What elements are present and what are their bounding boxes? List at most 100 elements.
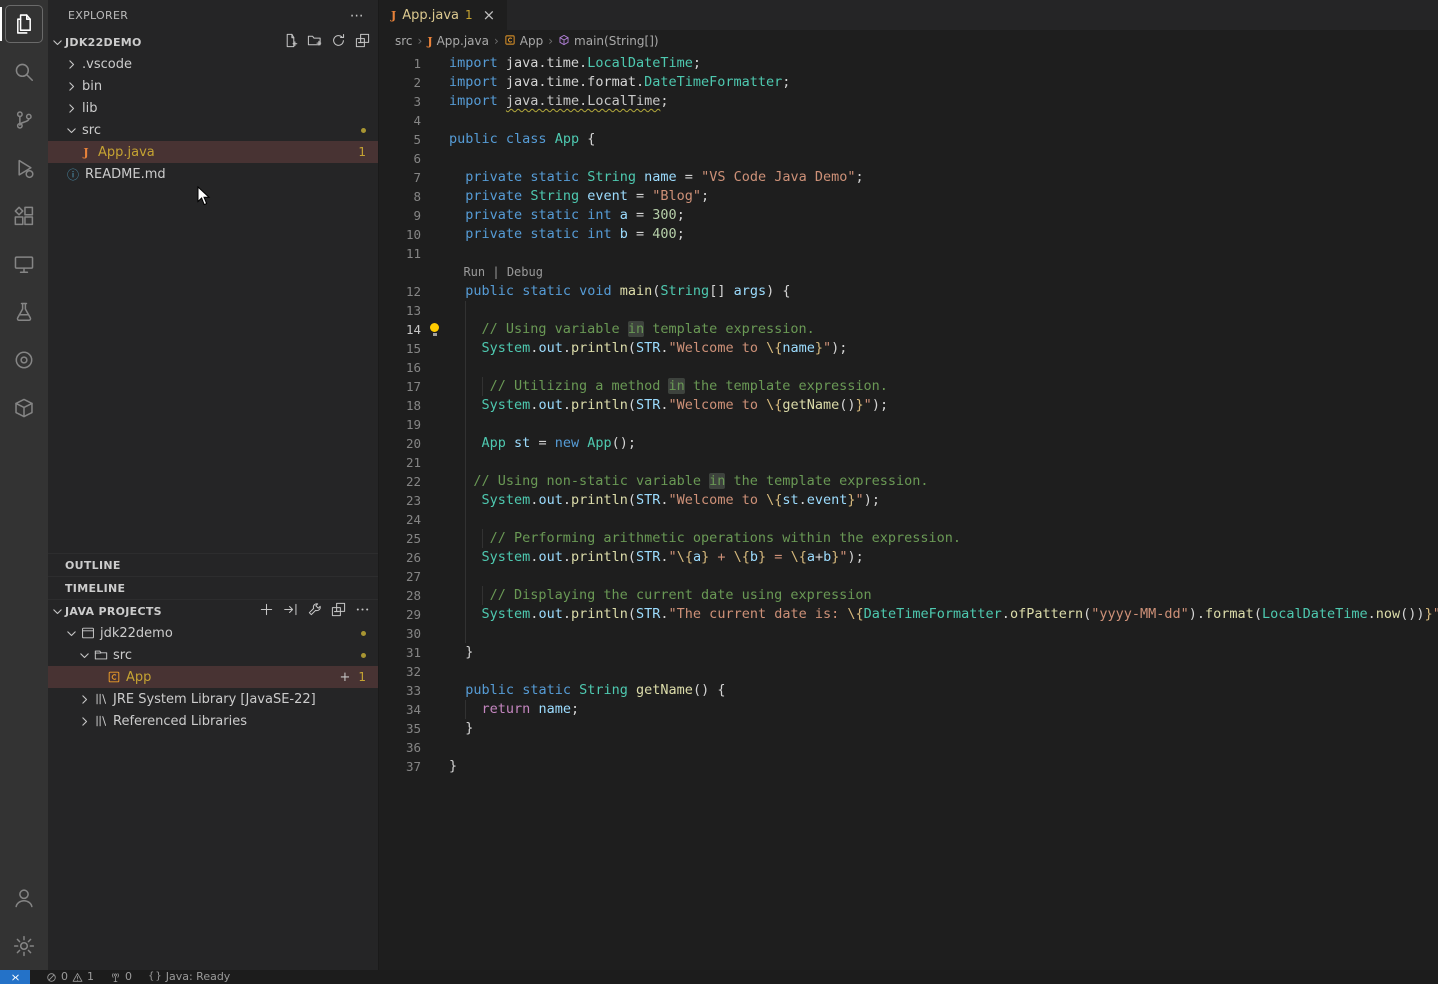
code-editor[interactable]: 1import java.time.LocalDateTime;2import … (379, 52, 1438, 970)
tree-item-bin[interactable]: bin (48, 75, 378, 97)
tree-item-jdk22demo[interactable]: jdk22demo (48, 622, 378, 644)
tree-item-app-java[interactable]: JApp.java1 (48, 141, 378, 163)
collapse-all-button[interactable] (355, 33, 370, 51)
activity-item-extensions[interactable] (0, 192, 48, 240)
plus-button[interactable] (259, 602, 274, 620)
tree-item-label: JRE System Library [JavaSE-22] (113, 692, 316, 707)
code-line-35[interactable]: 35 } (379, 719, 1438, 738)
code-line-19[interactable]: 19 (379, 415, 1438, 434)
code-line-3[interactable]: 3import java.time.LocalTime; (379, 92, 1438, 111)
activity-item-accounts[interactable] (0, 874, 48, 922)
activity-item-settings[interactable] (0, 922, 48, 970)
tree-item-readme-md[interactable]: ⓘREADME.md (48, 163, 378, 185)
activity-item-run-and-debug[interactable] (0, 144, 48, 192)
section-header-outline[interactable]: OUTLINE (48, 553, 378, 576)
code-line-9[interactable]: 9 private static int a = 300; (379, 206, 1438, 225)
code-line-13[interactable]: 13 (379, 301, 1438, 320)
chevron-right-icon (77, 692, 92, 707)
goto-button[interactable] (283, 602, 298, 620)
sidebar-explorer: EXPLORER ⋯ JDK22DEMO .vscodebinlibsrcJAp… (48, 0, 378, 970)
activity-item-java-extension[interactable] (0, 336, 48, 384)
code-line-32[interactable]: 32 (379, 662, 1438, 681)
code-line-16[interactable]: 16 (379, 358, 1438, 377)
section-header-timeline[interactable]: TIMELINE (48, 576, 378, 599)
remote-indicator[interactable] (0, 970, 30, 984)
code-line-7[interactable]: 7 private static String name = "VS Code … (379, 168, 1438, 187)
breadcrumb-item-app[interactable]: App (504, 34, 543, 49)
code-line-29[interactable]: 29 System.out.println(STR."The current d… (379, 605, 1438, 624)
code-line-37[interactable]: 37} (379, 757, 1438, 776)
more-button[interactable] (355, 602, 370, 620)
ports-status[interactable]: 0 (110, 970, 132, 984)
code-line-17[interactable]: 17 // Utilizing a method in the template… (379, 377, 1438, 396)
code-line-2[interactable]: 2import java.time.format.DateTimeFormatt… (379, 73, 1438, 92)
code-line-31[interactable]: 31 } (379, 643, 1438, 662)
code-line-21[interactable]: 21 (379, 453, 1438, 472)
tree-item-vscode[interactable]: .vscode (48, 53, 378, 75)
line-number: 13 (379, 301, 421, 320)
code-line-36[interactable]: 36 (379, 738, 1438, 757)
code-line-12[interactable]: 12 public static void main(String[] args… (379, 282, 1438, 301)
tree-item-app[interactable]: App+1 (48, 666, 378, 688)
code-line-10[interactable]: 10 private static int b = 400; (379, 225, 1438, 244)
tree-item-jre-system-library-javase-22[interactable]: JRE System Library [JavaSE-22] (48, 688, 378, 710)
tree-item-lib[interactable]: lib (48, 97, 378, 119)
code-line-23[interactable]: 23 System.out.println(STR."Welcome to \{… (379, 491, 1438, 510)
code-line-25[interactable]: 25 // Performing arithmetic operations w… (379, 529, 1438, 548)
code-line-15[interactable]: 15 System.out.println(STR."Welcome to \{… (379, 339, 1438, 358)
tab-close-icon[interactable]: × (483, 6, 496, 24)
new-file-button[interactable] (283, 33, 298, 51)
code-line-22[interactable]: 22 // Using non-static variable in the t… (379, 472, 1438, 491)
account-icon (13, 887, 35, 909)
code-line-30[interactable]: 30 (379, 624, 1438, 643)
breadcrumb-item-main-string[interactable]: main(String[]) (558, 34, 659, 49)
tree-item-src[interactable]: src (48, 119, 378, 141)
code-line-27[interactable]: 27 (379, 567, 1438, 586)
code-line-11[interactable]: 11 (379, 244, 1438, 263)
code-line-33[interactable]: 33 public static String getName() { (379, 681, 1438, 700)
codelens-debug-link[interactable]: Debug (507, 265, 543, 279)
activity-item-source-control[interactable] (0, 96, 48, 144)
activity-item-testing[interactable] (0, 288, 48, 336)
warning-icon (72, 972, 83, 983)
code-line-26[interactable]: 26 System.out.println(STR."\{a} + \{b} =… (379, 548, 1438, 567)
code-line-28[interactable]: 28 // Displaying the current date using … (379, 586, 1438, 605)
tab-app-java[interactable]: J App.java 1 × (379, 0, 507, 30)
tree-item-src[interactable]: src (48, 644, 378, 666)
code-line-14[interactable]: 14 // Using variable in template express… (379, 320, 1438, 339)
activity-item-remote-explorer[interactable] (0, 240, 48, 288)
code-line-20[interactable]: 20 App st = new App(); (379, 434, 1438, 453)
section-header-project[interactable]: JDK22DEMO (48, 31, 378, 53)
code-line-1[interactable]: 1import java.time.LocalDateTime; (379, 54, 1438, 73)
wrench-button[interactable] (307, 602, 322, 620)
breadcrumb-item-src[interactable]: src (395, 34, 413, 48)
refresh-button[interactable] (331, 33, 346, 51)
activity-bar (0, 0, 48, 970)
collapse-all-button[interactable] (331, 602, 346, 620)
code-line-8[interactable]: 8 private String event = "Blog"; (379, 187, 1438, 206)
code-line-6[interactable]: 6 (379, 149, 1438, 168)
activity-item-containers[interactable] (0, 384, 48, 432)
lightbulb-icon[interactable] (430, 323, 439, 332)
explorer-more-actions-icon[interactable]: ⋯ (350, 8, 364, 24)
problems-status[interactable]: 0 1 (46, 970, 94, 984)
tab-bar: J App.java 1 × (379, 0, 1438, 30)
codelens-run-link[interactable]: Run (463, 265, 485, 279)
activity-item-explorer[interactable] (0, 0, 48, 48)
section-header-java-projects[interactable]: JAVA PROJECTS (48, 599, 378, 622)
code-line-4[interactable]: 4 (379, 111, 1438, 130)
new-folder-button[interactable] (307, 33, 322, 51)
code-line-34[interactable]: 34 return name; (379, 700, 1438, 719)
code-line-24[interactable]: 24 (379, 510, 1438, 529)
tree-item-decorations (361, 653, 366, 658)
line-number: 16 (379, 358, 421, 377)
activity-item-search[interactable] (0, 48, 48, 96)
vscode-window: { "colors": { "accent": "#2472c8", "warn… (0, 0, 1438, 984)
code-line-18[interactable]: 18 System.out.println(STR."Welcome to \{… (379, 396, 1438, 415)
tree-item-referenced-libraries[interactable]: Referenced Libraries (48, 710, 378, 732)
tree-item-label: jdk22demo (100, 626, 173, 641)
breadcrumb-item-app-java[interactable]: JApp.java (427, 34, 489, 48)
code-text: public static void main(String[] args) { (449, 283, 791, 299)
code-line-5[interactable]: 5public class App { (379, 130, 1438, 149)
java-language-status[interactable]: { } Java: Ready (148, 970, 230, 984)
